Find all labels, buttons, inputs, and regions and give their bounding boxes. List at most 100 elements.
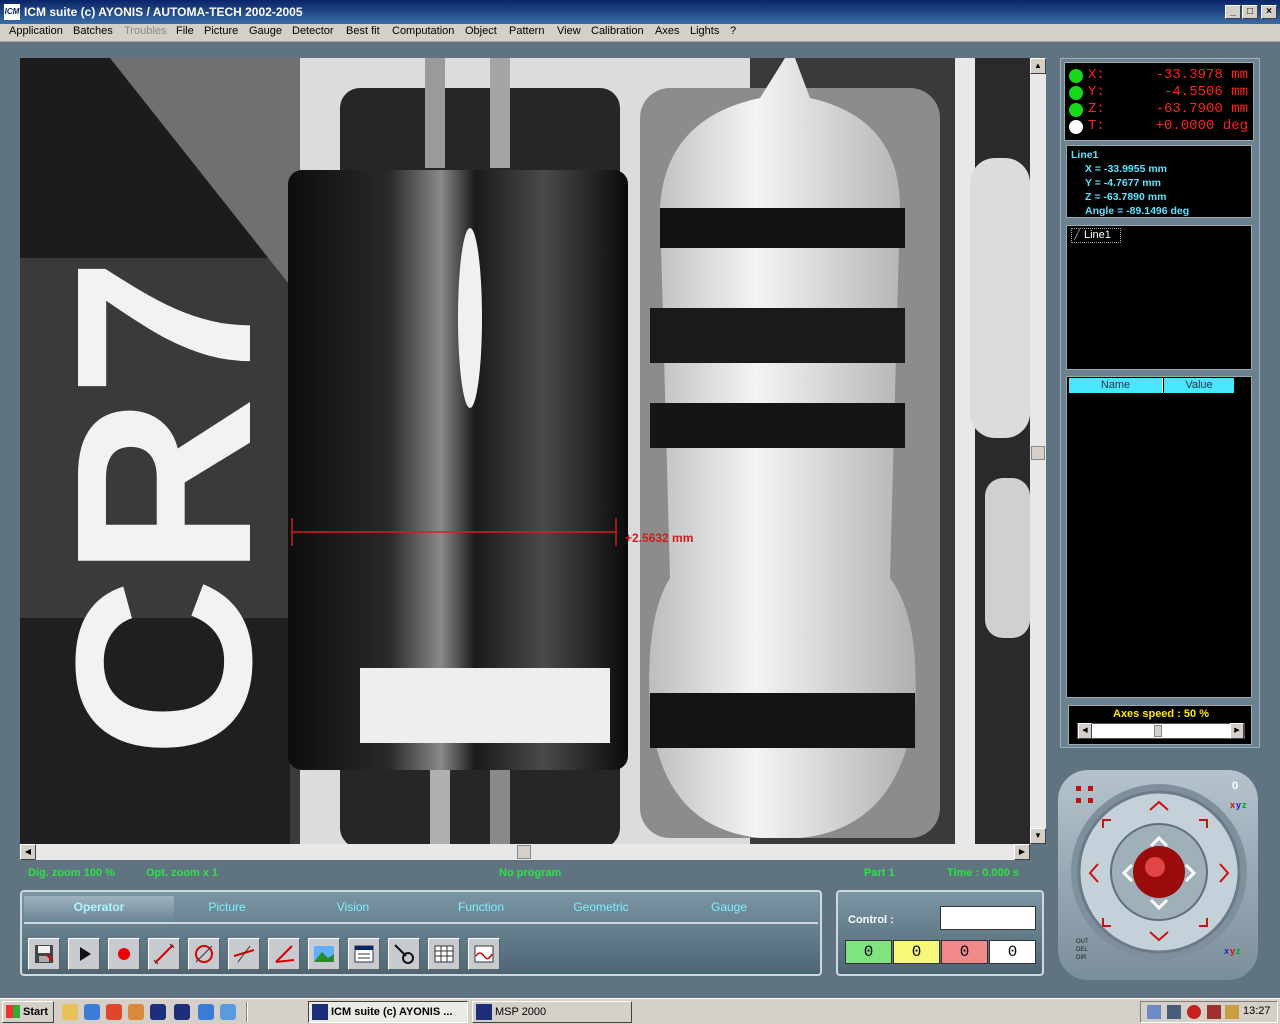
start-button[interactable]: Start [2, 1001, 54, 1023]
menu-pattern[interactable]: Pattern [509, 25, 544, 37]
menu-lights[interactable]: Lights [690, 25, 719, 37]
move-right-button[interactable] [1212, 852, 1238, 892]
tab-operator[interactable]: Operator [24, 896, 174, 922]
menu-object[interactable]: Object [465, 25, 497, 37]
move-left-button[interactable] [1080, 852, 1106, 892]
desktop-shortcut-icon[interactable] [220, 1004, 236, 1020]
menu-axes[interactable]: Axes [655, 25, 679, 37]
move-down-button[interactable] [1140, 924, 1180, 950]
app-icon: ICM [4, 4, 20, 20]
x-coord-row: X: -33.3978 mm [1088, 67, 1248, 84]
line-tool-icon[interactable] [148, 938, 180, 970]
dig-zoom-status: Dig. zoom 100 % [28, 867, 115, 879]
security-tray-icon[interactable] [1187, 1005, 1201, 1019]
center-view-button[interactable] [1080, 782, 1106, 808]
angle-tool-icon[interactable] [268, 938, 300, 970]
clock: 13:27 [1243, 1005, 1271, 1017]
counter-green: 0 [845, 940, 892, 964]
move-up-button[interactable] [1140, 794, 1180, 820]
scroll-left-icon[interactable]: ◀ [20, 844, 36, 860]
browser-icon[interactable] [84, 1004, 100, 1020]
vertical-scrollbar[interactable]: ▲ ▼ [1030, 58, 1046, 844]
icm-shortcut-icon[interactable] [150, 1004, 166, 1020]
taskbar: Start ICM suite (c) AYONIS ... MSP 2000 … [0, 998, 1280, 1024]
app-shortcut-icon[interactable] [128, 1004, 144, 1020]
program-status: No program [499, 867, 562, 879]
x-coord-value: -33.3978 mm [1155, 67, 1248, 83]
menu-picture[interactable]: Picture [204, 25, 238, 37]
network-tray-icon[interactable] [1147, 1005, 1161, 1019]
volume-tray-icon[interactable] [1225, 1005, 1239, 1019]
menu-file[interactable]: File [176, 25, 194, 37]
control-label: Control : [848, 914, 894, 926]
task-msp-label: MSP 2000 [495, 1006, 547, 1018]
menu-calibration[interactable]: Calibration [591, 25, 644, 37]
object-list-item[interactable]: ╱ Line1 [1071, 228, 1121, 243]
circle-tool-icon[interactable] [188, 938, 220, 970]
table-icon[interactable] [428, 938, 460, 970]
tab-geometric[interactable]: Geometric [536, 896, 666, 922]
speed-right-icon[interactable]: ▶ [1230, 723, 1244, 739]
menu-best-fit[interactable]: Best fit [346, 25, 380, 37]
horizontal-scroll-thumb[interactable] [517, 845, 531, 859]
distance-tool-icon[interactable] [228, 938, 260, 970]
close-button[interactable]: × [1261, 5, 1277, 19]
record-icon[interactable] [108, 938, 140, 970]
y-coord-value: -4.5506 mm [1163, 84, 1248, 100]
line-object-icon: ╱ [1074, 230, 1081, 241]
property-header-value[interactable]: Value [1164, 378, 1234, 393]
ie-shortcut-icon[interactable] [198, 1004, 214, 1020]
t-coord-value: +0.0000 deg [1155, 118, 1248, 134]
z-coord-row: Z: -63.7900 mm [1088, 101, 1248, 118]
line-info-box: Line1 X = -33.9955 mm Y = -4.7677 mm Z =… [1066, 145, 1252, 218]
save-icon[interactable] [28, 938, 60, 970]
image-icon[interactable] [308, 938, 340, 970]
menu-troubles: Troubles [124, 25, 167, 37]
axes-speed-slider[interactable]: ◀ ▶ [1077, 723, 1245, 739]
tab-vision[interactable]: Vision [288, 896, 418, 922]
menu-help[interactable]: ? [730, 25, 736, 37]
play-icon[interactable] [68, 938, 100, 970]
menu-batches[interactable]: Batches [73, 25, 113, 37]
menu-gauge[interactable]: Gauge [249, 25, 282, 37]
connection-tray-icon[interactable] [1167, 1005, 1181, 1019]
scroll-down-icon[interactable]: ▼ [1030, 828, 1046, 844]
maximize-button[interactable]: □ [1242, 5, 1258, 19]
camera-viewport[interactable]: CR7 +2.5632 mm [20, 58, 1030, 844]
part-status: Part 1 [864, 867, 895, 879]
media-icon[interactable] [106, 1004, 122, 1020]
minimize-button[interactable]: _ [1225, 5, 1241, 19]
probe-icon[interactable] [388, 938, 420, 970]
task-icm-suite[interactable]: ICM suite (c) AYONIS ... [308, 1001, 468, 1023]
property-table[interactable]: Name Value [1066, 376, 1252, 698]
joystick-center-button[interactable] [1133, 846, 1185, 898]
tab-gauge[interactable]: Gauge [664, 896, 794, 922]
windows-logo-icon [6, 1005, 20, 1018]
scroll-right-icon[interactable]: ▶ [1014, 844, 1030, 860]
window-icon[interactable] [348, 938, 380, 970]
msp-shortcut-icon[interactable] [174, 1004, 190, 1020]
menu-computation[interactable]: Computation [392, 25, 454, 37]
axes-speed-box: Axes speed : 50 % ◀ ▶ [1068, 705, 1252, 745]
task-msp2000[interactable]: MSP 2000 [472, 1001, 632, 1023]
menu-detector[interactable]: Detector [292, 25, 334, 37]
t-coord-row: T: +0.0000 deg [1088, 118, 1248, 135]
tool-tab-panel: Operator Picture Vision Function Geometr… [20, 890, 822, 976]
graph-icon[interactable] [468, 938, 500, 970]
scroll-up-icon[interactable]: ▲ [1030, 58, 1046, 74]
speed-slider-thumb[interactable] [1154, 725, 1162, 737]
menu-application[interactable]: Application [9, 25, 63, 37]
object-list[interactable]: ╱ Line1 [1066, 225, 1252, 370]
menu-view[interactable]: View [557, 25, 581, 37]
tab-picture[interactable]: Picture [162, 896, 292, 922]
tab-function[interactable]: Function [416, 896, 546, 922]
folder-icon[interactable] [62, 1004, 78, 1020]
speed-left-icon[interactable]: ◀ [1078, 723, 1092, 739]
shield-tray-icon[interactable] [1207, 1005, 1221, 1019]
horizontal-scrollbar[interactable]: ◀ ▶ [20, 844, 1030, 860]
vertical-scroll-thumb[interactable] [1031, 446, 1045, 460]
property-header-name[interactable]: Name [1069, 378, 1163, 393]
menu-bar: Application Batches Troubles File Pictur… [0, 24, 1280, 42]
control-input[interactable] [940, 906, 1036, 930]
start-label: Start [23, 1006, 49, 1018]
